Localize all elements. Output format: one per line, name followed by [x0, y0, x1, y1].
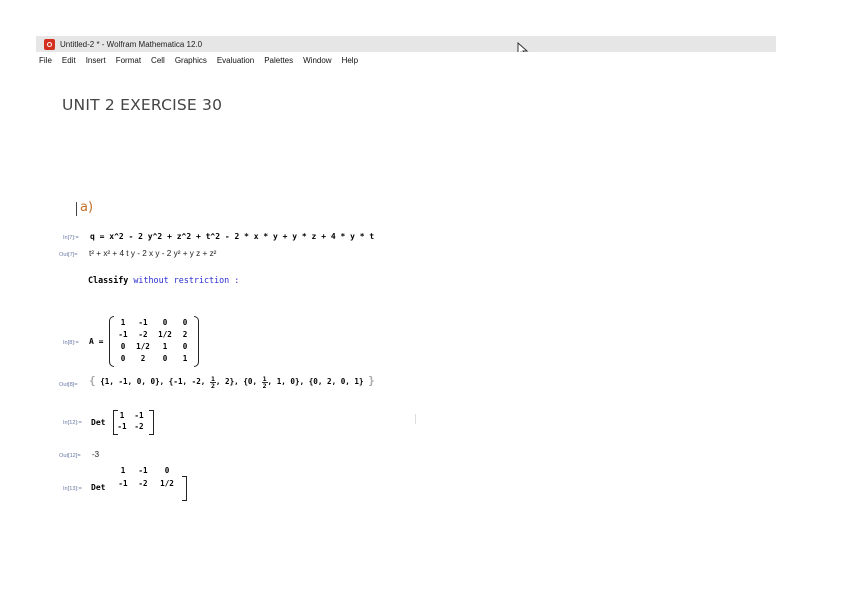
matrix-cell: -1 — [138, 466, 148, 475]
title-bar: Untitled-2 * - Wolfram Mathematica 12.0 — [36, 36, 776, 52]
out12-output[interactable]: -3 — [92, 450, 99, 459]
in12-label: In[12]:= — [63, 420, 82, 426]
menu-edit[interactable]: Edit — [61, 56, 77, 65]
in7-code: q = x^2 - 2 y^2 + z^2 + t^2 - 2 * x * y … — [90, 232, 375, 241]
menu-cell[interactable]: Cell — [150, 56, 166, 65]
in13-matrix[interactable]: 1 -1 0 -1 -2 1/2 — [114, 466, 182, 496]
in7-input[interactable]: q = x^2 - 2 y^2 + z^2 + t^2 - 2 * x * y … — [90, 232, 374, 241]
matrix-cell: -2 — [138, 330, 148, 339]
menu-bar: File Edit Insert Format Cell Graphics Ev… — [36, 52, 776, 69]
matrix-cell: 0 — [120, 354, 126, 363]
window-title: Untitled-2 * - Wolfram Mathematica 12.0 — [60, 39, 203, 49]
notebook-area[interactable]: UNIT 2 EXERCISE 30 a) In[7]:= q = x^2 - … — [36, 69, 776, 501]
matrix-cell: 0 — [164, 466, 170, 475]
matrix-cell: -2 — [138, 479, 148, 488]
matrix-cell: 1 — [182, 354, 188, 363]
in13-prefix: Det — [91, 483, 106, 492]
out8-row2-end: , 2} — [215, 377, 235, 386]
mathematica-app-icon — [44, 38, 55, 50]
out8-row2-start: {-1, -2, — [168, 377, 210, 386]
menu-palettes[interactable]: Palettes — [263, 56, 294, 65]
out7-output[interactable]: t² + x² + 4 t y - 2 x y - 2 y² + y z + z… — [89, 249, 216, 258]
out8-output[interactable]: { {1, -1, 0, 0}, {-1, -2, 12, 2}, {0, 12… — [89, 374, 375, 389]
section-heading[interactable]: a) — [80, 200, 93, 215]
matrix-cell: 2 — [182, 330, 188, 339]
matrix-cell: 0 — [182, 318, 188, 327]
in8-prefix: A = — [89, 337, 104, 346]
matrix-cell: 2 — [140, 354, 146, 363]
matrix-cell: -1 — [138, 318, 148, 327]
out8-row3-start: {0, — [243, 377, 262, 386]
matrix-cell: 0 — [162, 318, 168, 327]
menu-evaluation[interactable]: Evaluation — [216, 56, 255, 65]
in7-label: In[7]:= — [63, 235, 79, 241]
matrix-cell: 1/2 — [158, 330, 172, 339]
menu-graphics[interactable]: Graphics — [174, 56, 208, 65]
in13-label: In[13]:= — [63, 486, 82, 492]
out8-row1: {1, -1, 0, 0} — [100, 377, 160, 386]
matrix-cell: -1 — [118, 330, 128, 339]
restriction-keyword: restriction — [173, 275, 230, 285]
open-brace-icon: { — [89, 374, 96, 387]
matrix-cell: 1/2 — [136, 342, 150, 351]
matrix-cell: 0 — [182, 342, 188, 351]
matrix-cell: 1 — [120, 466, 126, 475]
close-brace-icon: } — [368, 374, 375, 387]
in8-label: In[8]:= — [63, 340, 79, 346]
in12-prefix: Det — [91, 418, 106, 427]
matrix-cell: 1 — [162, 342, 168, 351]
in12-matrix[interactable]: 1 -1 -1 -2 — [114, 411, 152, 433]
text-caret — [76, 202, 77, 216]
notebook-title[interactable]: UNIT 2 EXERCISE 30 — [62, 96, 222, 114]
menu-help[interactable]: Help — [341, 56, 359, 65]
in8-matrix[interactable]: 1 -1 0 0 -1 -2 1/2 2 0 1/2 1 0 0 2 0 1 — [112, 318, 196, 366]
matrix-cell: 0 — [120, 342, 126, 351]
without-keyword: without — [133, 275, 169, 285]
det13-right-bracket — [182, 476, 187, 501]
matrix-cell: -2 — [134, 422, 144, 431]
classify-word: Classify — [88, 275, 129, 285]
matrix-cell: -1 — [118, 479, 128, 488]
matrix-cell: 1/2 — [160, 479, 174, 488]
cell-divider — [415, 414, 416, 424]
out7-label: Out[7]= — [59, 252, 78, 258]
classify-text-cell[interactable]: Classify without restriction : — [88, 275, 239, 285]
menu-file[interactable]: File — [38, 56, 53, 65]
out8-label: Out[8]= — [59, 382, 78, 388]
mathematica-window: Untitled-2 * - Wolfram Mathematica 12.0 … — [36, 36, 776, 501]
out8-row3-end: , 1, 0} — [267, 377, 300, 386]
menu-insert[interactable]: Insert — [85, 56, 107, 65]
menu-window[interactable]: Window — [302, 56, 332, 65]
matrix-cell: -1 — [134, 411, 144, 420]
matrix-cell: 1 — [120, 318, 126, 327]
out12-label: Out[12]= — [59, 453, 81, 459]
matrix-cell: 0 — [162, 354, 168, 363]
out8-row4: {0, 2, 0, 1} — [308, 377, 364, 386]
colon: : — [229, 275, 240, 285]
menu-format[interactable]: Format — [115, 56, 142, 65]
